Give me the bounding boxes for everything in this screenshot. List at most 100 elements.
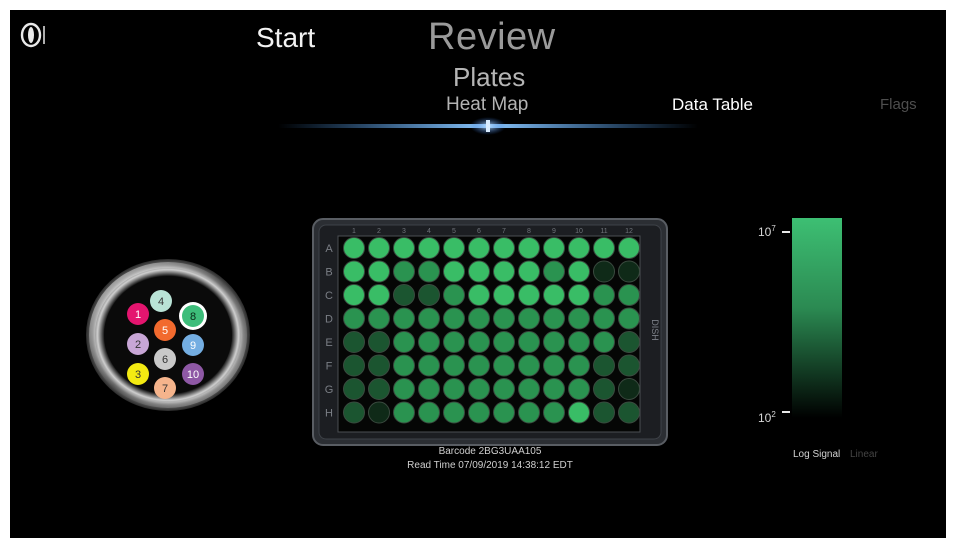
plate-well[interactable] — [418, 331, 440, 353]
color-chip-6[interactable]: 6 — [154, 348, 176, 370]
plate-well[interactable] — [343, 284, 365, 306]
plate-well[interactable] — [343, 378, 365, 400]
plate-well[interactable] — [543, 331, 565, 353]
plate-well[interactable] — [593, 260, 615, 283]
color-chip-9[interactable]: 9 — [182, 334, 204, 356]
plate-well[interactable] — [443, 378, 465, 400]
plate-well[interactable] — [593, 401, 615, 424]
plate-well[interactable] — [468, 401, 490, 424]
plate-well[interactable] — [518, 307, 540, 330]
plate-well[interactable] — [543, 401, 565, 424]
tab-heat-map[interactable]: Heat Map — [446, 94, 528, 116]
plate-well[interactable] — [618, 331, 640, 353]
plate-well[interactable] — [568, 284, 590, 306]
plate-well[interactable] — [343, 260, 365, 283]
plate-well[interactable] — [493, 284, 515, 306]
plate-well[interactable] — [493, 331, 515, 353]
plate-well[interactable] — [568, 354, 590, 377]
plate-well[interactable] — [343, 401, 365, 424]
plate-well[interactable] — [393, 260, 415, 283]
plate-well[interactable] — [493, 307, 515, 330]
color-chip-2[interactable]: 2 — [127, 333, 149, 355]
plate-well[interactable] — [518, 401, 540, 424]
app-logo-icon[interactable] — [20, 22, 46, 48]
plate-well[interactable] — [543, 260, 565, 283]
plate-well[interactable] — [393, 354, 415, 377]
plate-well[interactable] — [393, 378, 415, 400]
plate-well[interactable] — [393, 401, 415, 424]
plate-well[interactable] — [593, 331, 615, 353]
plate-well[interactable] — [418, 378, 440, 400]
plate-well[interactable] — [468, 378, 490, 400]
plate-well[interactable] — [343, 237, 365, 259]
plate-well[interactable] — [593, 284, 615, 306]
plate-well[interactable] — [443, 284, 465, 306]
plate-well[interactable] — [568, 237, 590, 259]
plate-well[interactable] — [568, 331, 590, 353]
plate-well[interactable] — [543, 307, 565, 330]
plate-well[interactable] — [593, 378, 615, 400]
plate-well[interactable] — [368, 354, 390, 377]
plate-well[interactable] — [368, 401, 390, 424]
plate-well[interactable] — [418, 354, 440, 377]
plate-well[interactable] — [418, 237, 440, 259]
plate-well[interactable] — [543, 378, 565, 400]
plate-well[interactable] — [468, 260, 490, 283]
plate-well[interactable] — [393, 237, 415, 259]
plate-well[interactable] — [443, 260, 465, 283]
plate-well[interactable] — [593, 307, 615, 330]
plate-well[interactable] — [593, 354, 615, 377]
nav-review[interactable]: Review — [428, 16, 556, 59]
plate-well[interactable] — [368, 307, 390, 330]
plate-well[interactable] — [443, 307, 465, 330]
plate-well[interactable] — [443, 401, 465, 424]
tab-flags[interactable]: Flags — [880, 96, 917, 113]
plate-well[interactable] — [343, 331, 365, 353]
nav-plates[interactable]: Plates — [453, 62, 525, 93]
color-filter-wheel[interactable]: 14825936107 — [84, 256, 252, 414]
plate-well[interactable] — [443, 237, 465, 259]
plate-well[interactable] — [468, 237, 490, 259]
color-chip-5[interactable]: 5 — [154, 319, 176, 341]
plate-well[interactable] — [368, 284, 390, 306]
color-chip-4[interactable]: 4 — [150, 290, 172, 312]
plate-well[interactable] — [468, 307, 490, 330]
plate-well[interactable] — [568, 378, 590, 400]
plate-well[interactable] — [518, 378, 540, 400]
plate-well[interactable] — [468, 331, 490, 353]
plate-well[interactable] — [568, 401, 590, 424]
plate-well[interactable] — [418, 401, 440, 424]
linear-signal-toggle[interactable]: Linear — [850, 449, 878, 460]
plate-well[interactable] — [443, 331, 465, 353]
plate-well[interactable] — [468, 284, 490, 306]
color-chip-7[interactable]: 7 — [154, 377, 176, 399]
plate-well[interactable] — [393, 284, 415, 306]
plate-well[interactable] — [368, 331, 390, 353]
plate-well[interactable] — [343, 354, 365, 377]
plate-well[interactable] — [518, 260, 540, 283]
plate-well[interactable] — [618, 237, 640, 259]
plate-well[interactable] — [518, 284, 540, 306]
plate-well[interactable] — [368, 237, 390, 259]
plate-well[interactable] — [518, 331, 540, 353]
plate-well[interactable] — [618, 378, 640, 400]
plate-well[interactable] — [618, 401, 640, 424]
plate-well[interactable] — [393, 331, 415, 353]
plate-well[interactable] — [393, 307, 415, 330]
plate-well[interactable] — [493, 354, 515, 377]
plate-well[interactable] — [368, 260, 390, 283]
plate-well[interactable] — [518, 237, 540, 259]
plate-well[interactable] — [593, 237, 615, 259]
color-chip-8[interactable]: 8 — [179, 302, 207, 330]
plate-well[interactable] — [418, 260, 440, 283]
plate-well[interactable] — [368, 378, 390, 400]
plate-well[interactable] — [618, 260, 640, 283]
plate-well[interactable] — [443, 354, 465, 377]
plate-well[interactable] — [618, 284, 640, 306]
plate-well[interactable] — [618, 307, 640, 330]
plate-well[interactable] — [493, 237, 515, 259]
plate-well[interactable] — [418, 284, 440, 306]
plate-well[interactable] — [493, 378, 515, 400]
plate-well[interactable] — [493, 260, 515, 283]
plate-well[interactable] — [518, 354, 540, 377]
